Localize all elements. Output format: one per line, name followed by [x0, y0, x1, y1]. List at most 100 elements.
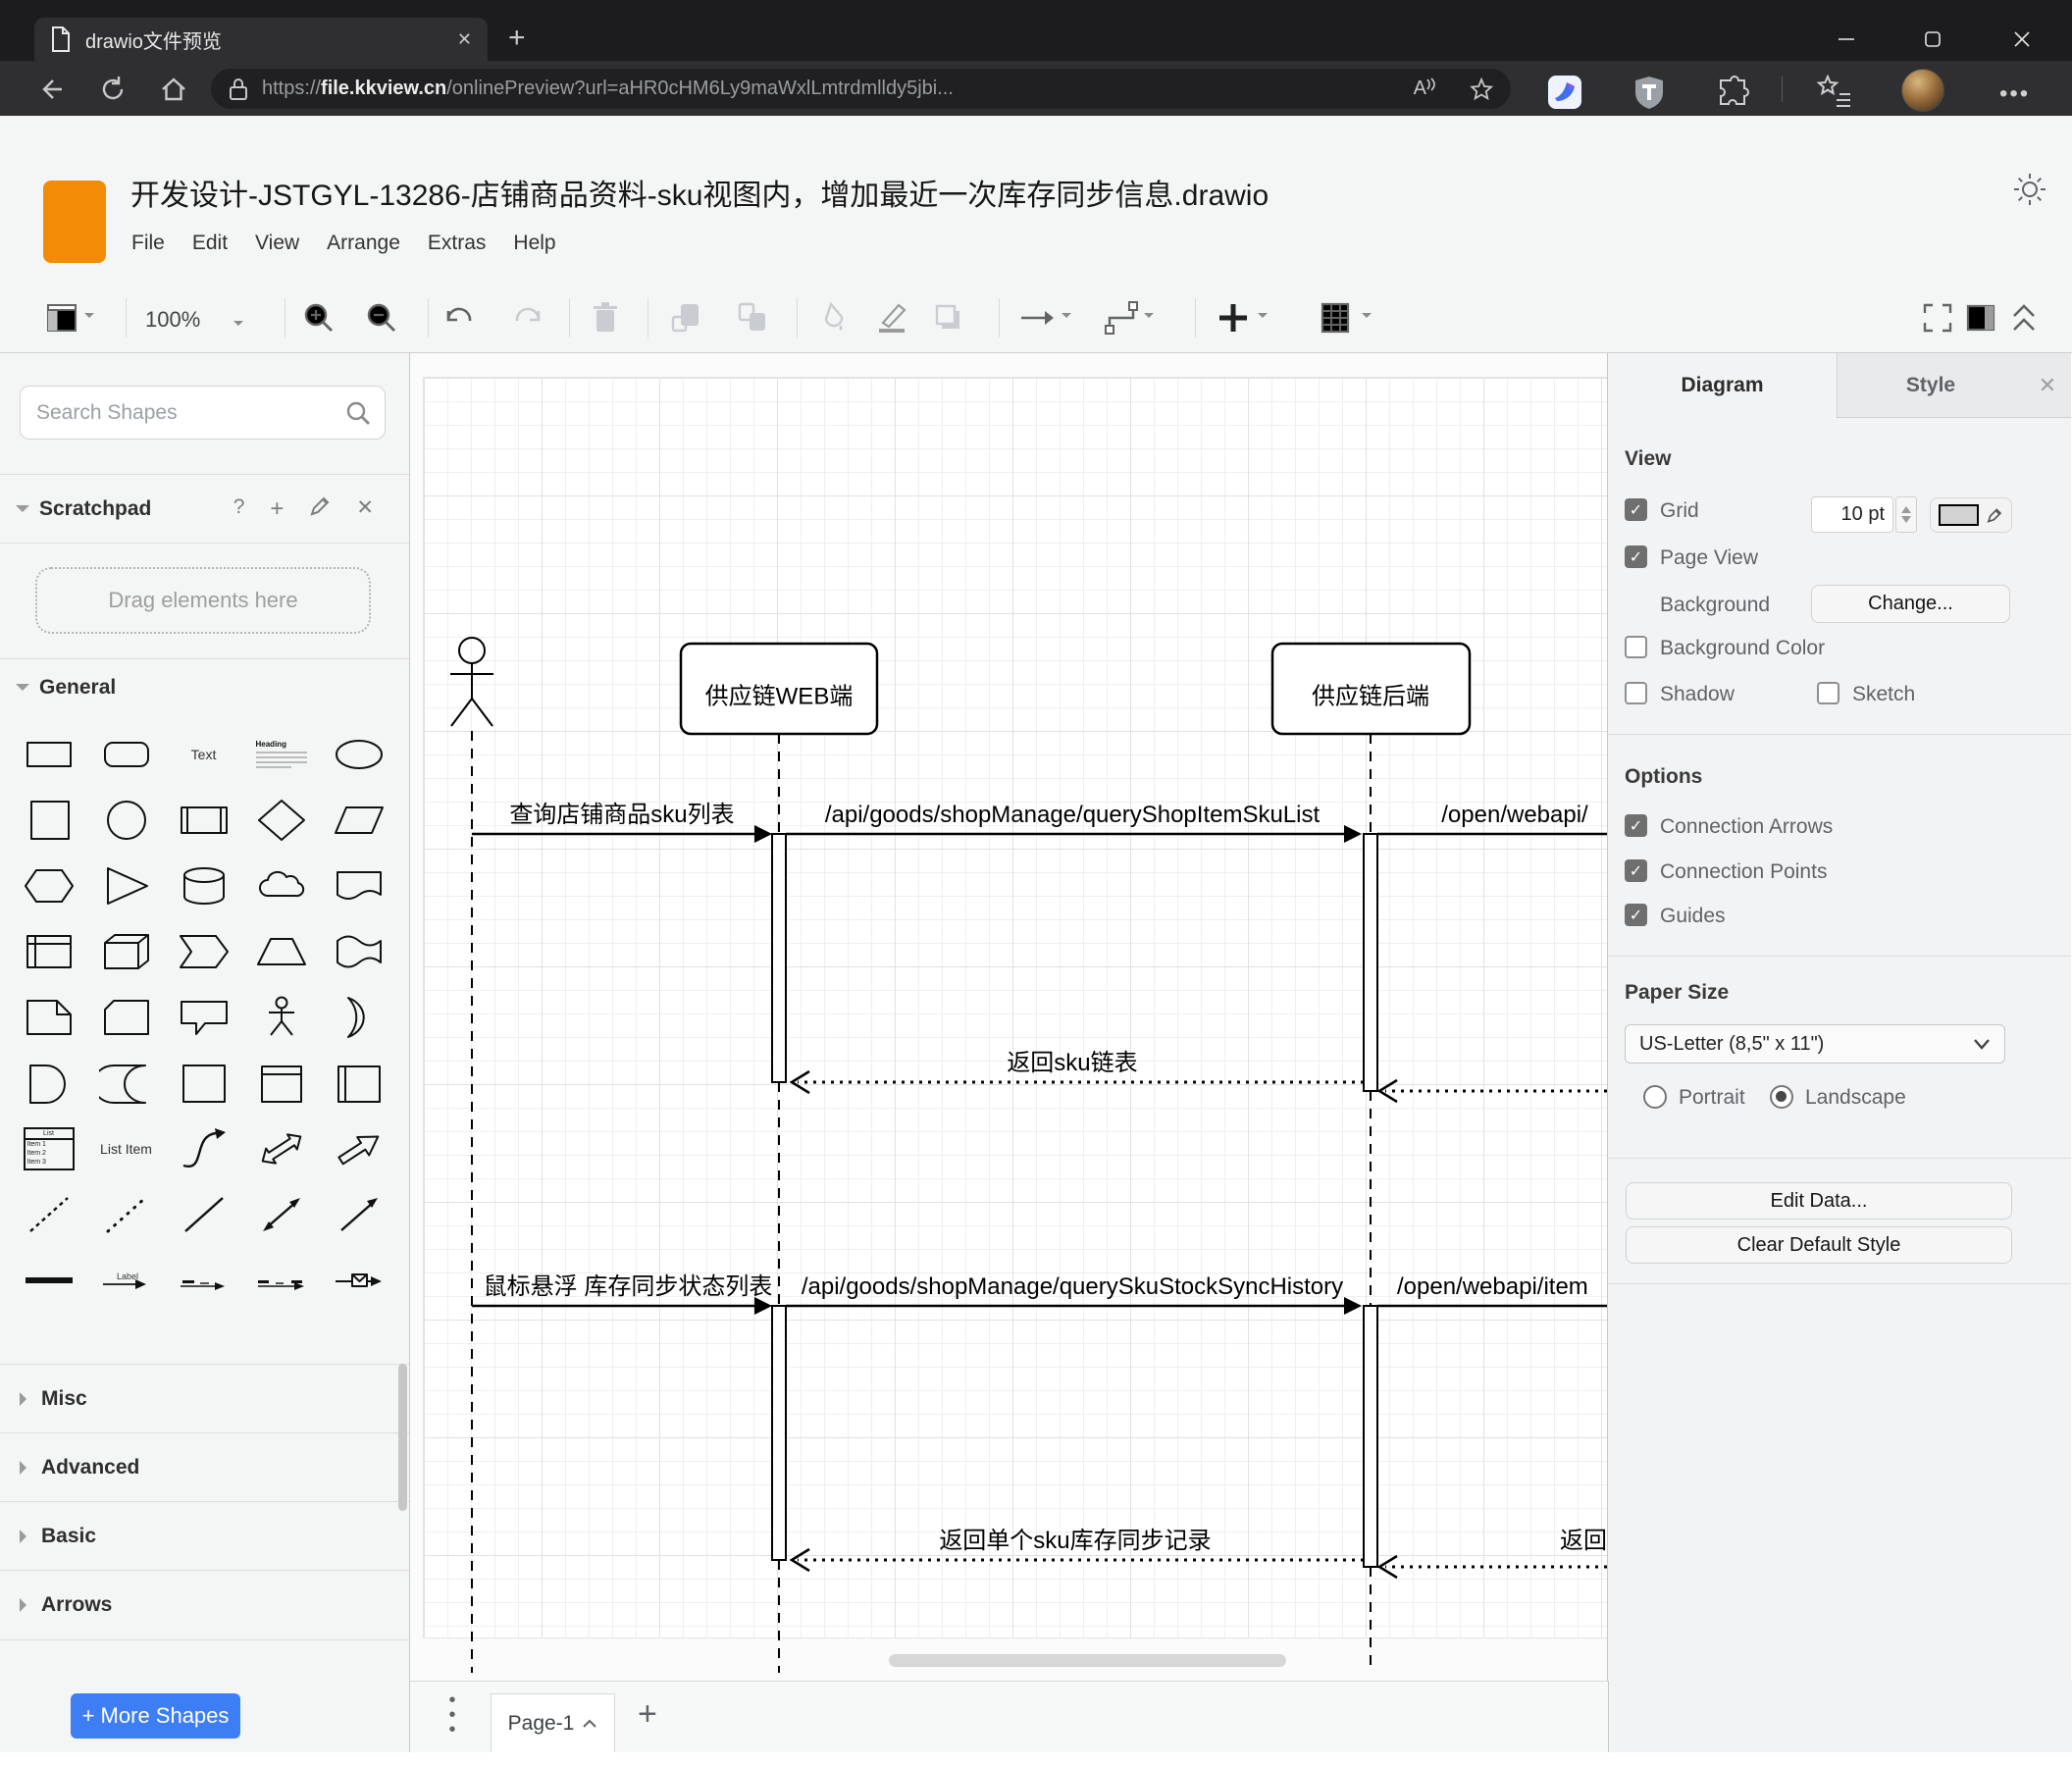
actor-figure[interactable]	[450, 637, 493, 727]
shape-cylinder[interactable]	[165, 853, 242, 918]
line-color-button[interactable]	[873, 299, 910, 337]
shape-search[interactable]	[20, 386, 386, 440]
page-tab[interactable]: Page-1	[491, 1693, 615, 1753]
pages-menu-button[interactable]: • • •	[445, 1690, 459, 1740]
shape-dotted-line[interactable]	[87, 1181, 165, 1247]
undo-button[interactable]	[441, 299, 479, 337]
shape-curve[interactable]	[165, 1116, 242, 1181]
tab-close-icon[interactable]: ✕	[457, 29, 472, 50]
shape-data-storage[interactable]	[87, 1050, 165, 1116]
message-api-queryShopItemSkuList[interactable]: /api/goods/shopManage/queryShopItemSkuLi…	[825, 802, 1321, 828]
menu-edit[interactable]: Edit	[179, 224, 241, 263]
shape-dashed-line[interactable]	[10, 1181, 87, 1247]
shape-trapezoid[interactable]	[242, 918, 320, 984]
section-arrows[interactable]: Arrows	[0, 1570, 409, 1640]
menu-file[interactable]: File	[118, 224, 179, 263]
zoom-caret-icon[interactable]	[233, 321, 243, 331]
shape-or[interactable]	[320, 984, 397, 1050]
scratchpad-section[interactable]: Scratchpad ? + ✕	[0, 476, 409, 543]
to-front-button[interactable]	[667, 299, 704, 337]
extension-tampermonkey-button[interactable]	[1632, 75, 1667, 115]
shape-callout[interactable]	[165, 984, 242, 1050]
tab-style[interactable]: Style	[1837, 353, 2024, 418]
extension-thunder-button[interactable]	[1547, 75, 1582, 115]
shape-circle[interactable]	[87, 787, 165, 853]
shape-note[interactable]	[10, 984, 87, 1050]
shape-diamond[interactable]	[242, 787, 320, 853]
shape-tape[interactable]	[320, 918, 397, 984]
message-api-querySkuStockSyncHistory[interactable]: /api/goods/shopManage/querySkuStockSyncH…	[802, 1273, 1343, 1300]
extensions-button[interactable]	[1717, 75, 1752, 115]
message-return-clipped[interactable]: 返回	[1560, 1528, 1607, 1554]
stepper-down-icon[interactable]	[1901, 516, 1911, 528]
stepper-up-icon[interactable]	[1901, 501, 1911, 513]
add-page-button[interactable]: +	[638, 1695, 657, 1734]
participant-backend[interactable]: 供应链后端	[1270, 642, 1472, 736]
browser-tab[interactable]: drawio文件预览 ✕	[34, 18, 488, 61]
shape-rectangle[interactable]	[10, 721, 87, 787]
shape-parallelogram[interactable]	[320, 787, 397, 853]
shape-message-arrow[interactable]	[320, 1247, 397, 1313]
shape-list[interactable]: List Item 1 Item 2 Item 3	[10, 1116, 87, 1181]
to-back-button[interactable]	[734, 299, 771, 337]
grid-color-button[interactable]	[1930, 497, 2012, 533]
grid-size-input[interactable]: 10 pt	[1811, 496, 1893, 533]
table-button[interactable]	[1317, 299, 1372, 337]
message-return-single-sku-record[interactable]: 返回单个sku库存同步记录	[939, 1528, 1211, 1554]
shape-labeled-edge[interactable]	[242, 1247, 320, 1313]
shape-horizontal-container[interactable]	[320, 1050, 397, 1116]
collapse-toolbar-button[interactable]	[2005, 299, 2043, 337]
diagram-canvas[interactable]: 供应链WEB端 供应链后端 查询店铺商品sku列表 /api/goods/sho…	[410, 353, 1607, 1681]
canvas-horizontal-scrollbar[interactable]	[889, 1654, 1286, 1667]
profile-avatar[interactable]	[1901, 69, 1944, 112]
background-color-checkbox[interactable]	[1625, 636, 1647, 658]
shape-labeled-arrow[interactable]: Label	[87, 1247, 165, 1313]
menu-extras[interactable]: Extras	[414, 224, 500, 263]
fullscreen-button[interactable]	[1919, 299, 1956, 337]
section-misc[interactable]: Misc	[0, 1364, 409, 1433]
message-query-sku-list[interactable]: 查询店铺商品sku列表	[509, 802, 734, 828]
shape-cube[interactable]	[87, 918, 165, 984]
shape-bidirectional-connector[interactable]	[242, 1181, 320, 1247]
menu-help[interactable]: Help	[499, 224, 569, 263]
shape-hexagon[interactable]	[10, 853, 87, 918]
shape-link[interactable]	[10, 1247, 87, 1313]
section-basic[interactable]: Basic	[0, 1501, 409, 1571]
shape-card[interactable]	[87, 984, 165, 1050]
view-panels-button[interactable]	[43, 299, 94, 337]
shape-arrow[interactable]	[320, 1116, 397, 1181]
format-panel-toggle-button[interactable]	[1962, 299, 1999, 337]
window-close-button[interactable]	[1999, 22, 2045, 57]
shape-line[interactable]	[165, 1181, 242, 1247]
scratchpad-dropzone[interactable]: Drag elements here	[35, 567, 371, 634]
scratchpad-help-icon[interactable]: ?	[233, 495, 245, 523]
tab-diagram[interactable]: Diagram	[1608, 353, 1837, 418]
shape-directional-connector[interactable]	[320, 1181, 397, 1247]
shape-triangle[interactable]	[87, 853, 165, 918]
message-open-webapi[interactable]: /open/webapi/	[1441, 802, 1588, 828]
activation-bars[interactable]	[771, 833, 1378, 1568]
panel-close-icon[interactable]: ✕	[2024, 353, 2071, 418]
message-hover-sync-status[interactable]: 鼠标悬浮 库存同步状态列表	[484, 1273, 773, 1300]
more-shapes-button[interactable]: + More Shapes	[71, 1693, 240, 1739]
favorite-star-icon[interactable]	[1470, 77, 1493, 101]
scratchpad-add-icon[interactable]: +	[270, 495, 284, 523]
scratchpad-edit-icon[interactable]	[309, 495, 331, 517]
shape-textbox[interactable]: Heading	[242, 721, 320, 787]
section-advanced[interactable]: Advanced	[0, 1432, 409, 1502]
shape-step[interactable]	[165, 918, 242, 984]
shape-rounded-rectangle[interactable]	[87, 721, 165, 787]
connection-button[interactable]	[1018, 299, 1071, 337]
grid-size-stepper[interactable]	[1895, 496, 1917, 533]
portrait-radio[interactable]	[1643, 1085, 1667, 1109]
window-minimize-button[interactable]	[1824, 22, 1869, 57]
zoom-level[interactable]: 100%	[145, 307, 200, 333]
shape-container[interactable]	[165, 1050, 242, 1116]
scratchpad-close-icon[interactable]: ✕	[356, 495, 374, 523]
shape-square[interactable]	[10, 787, 87, 853]
shape-vertical-container[interactable]	[242, 1050, 320, 1116]
connection-points-checkbox[interactable]: ✓	[1625, 859, 1647, 882]
read-aloud-button[interactable]: A	[1414, 78, 1436, 100]
shape-list-item[interactable]: List Item	[87, 1116, 165, 1181]
grid-checkbox[interactable]: ✓	[1625, 498, 1647, 521]
